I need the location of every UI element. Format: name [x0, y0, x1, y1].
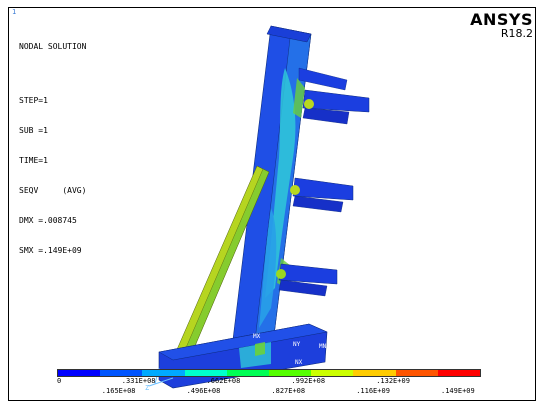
legend-tick-upper: .992E+08 — [291, 377, 326, 385]
label-mx: MX — [253, 333, 261, 340]
legend-swatch — [100, 370, 143, 376]
legend-tick-upper: 0 — [57, 377, 62, 385]
legend-swatch — [353, 370, 396, 376]
legend-tick-upper: .331E+08 — [121, 377, 156, 385]
legend-tick-lower: .149E+09 — [441, 387, 475, 395]
legend-tick-upper: .132E+09 — [376, 377, 410, 385]
legend-swatch — [395, 370, 438, 376]
legend-swatch — [269, 370, 312, 376]
label-ny: NY — [293, 341, 301, 348]
legend-swatch — [58, 370, 101, 376]
triad-z-label: Z — [145, 384, 149, 392]
contour-legend-bar — [57, 369, 481, 377]
label-nx: NX — [295, 359, 303, 366]
joint-middle — [290, 185, 300, 195]
legend-tick-lower: .116E+09 — [356, 387, 390, 395]
arm-upper-bracket — [298, 67, 348, 91]
legend-tick-lower: .827E+08 — [271, 387, 306, 395]
legend-swatch — [184, 370, 227, 376]
label-mn: MN — [319, 343, 327, 350]
legend-swatch — [311, 370, 354, 376]
joint-lower — [276, 269, 286, 279]
graphics-window[interactable]: 1 NODAL SOLUTION STEP=1 SUB =1 TIME=1 SE… — [8, 7, 536, 401]
base-stress-zone-2 — [255, 342, 265, 356]
structure-model-plot[interactable]: NY NX MN MX X Y Z — [9, 8, 536, 401]
legend-swatch — [437, 370, 481, 376]
legend-swatch — [226, 370, 270, 376]
joint-top — [304, 99, 314, 109]
legend-swatch — [142, 370, 185, 376]
legend-tick-upper: .662E+08 — [206, 377, 241, 385]
legend-tick-lower: .165E+08 — [101, 387, 136, 395]
legend-tick-lower: .496E+08 — [186, 387, 221, 395]
